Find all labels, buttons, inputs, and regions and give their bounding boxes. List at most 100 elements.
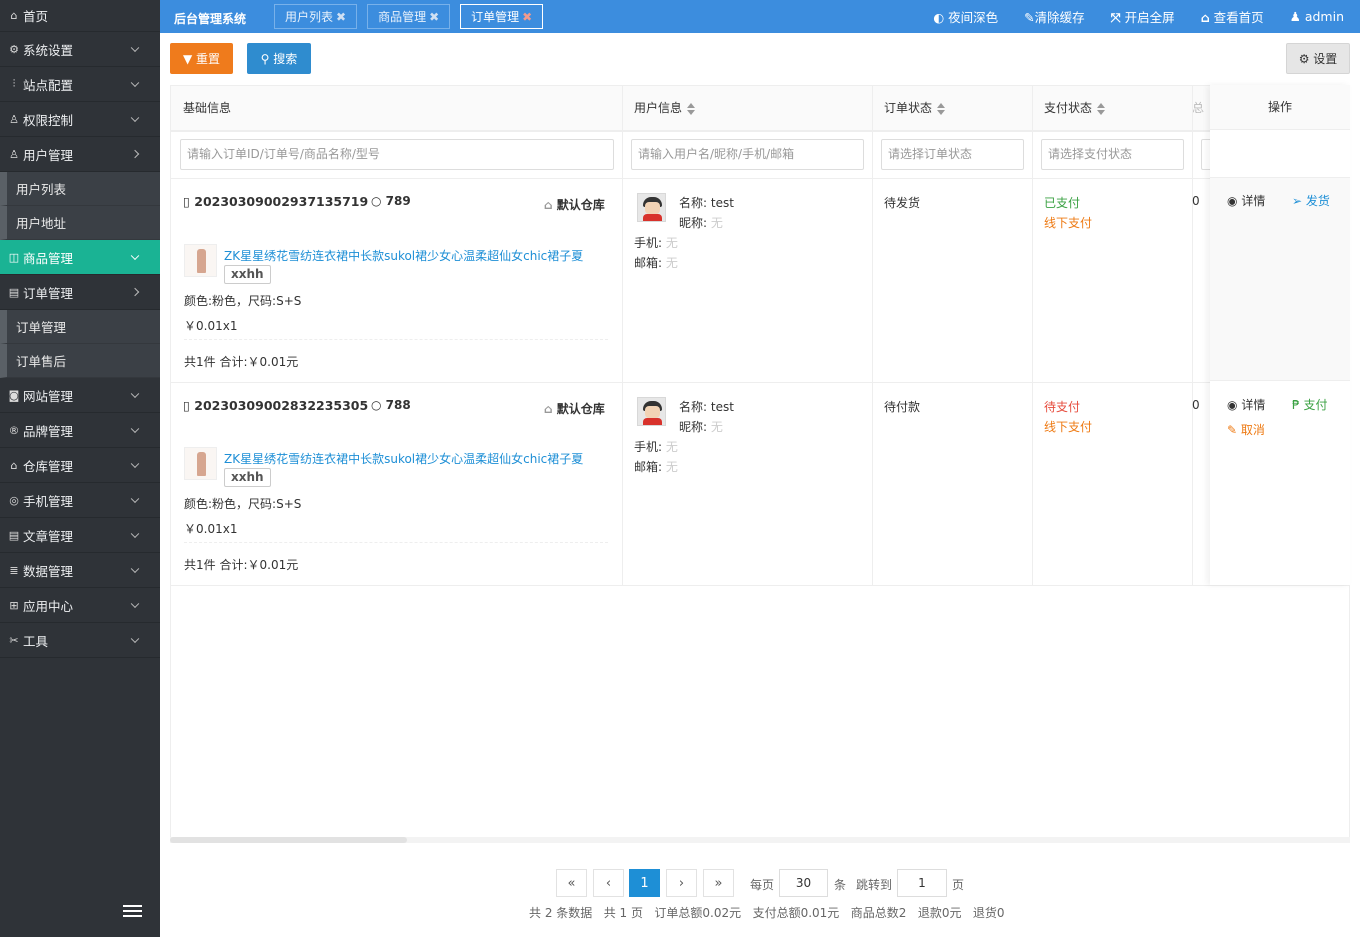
brush-icon: ✎ — [1227, 423, 1238, 437]
user-email: 邮箱: 无 — [634, 460, 678, 474]
per-page-input[interactable]: 30 — [779, 869, 828, 897]
order-status: 待发货 — [884, 196, 921, 210]
sidebar-item-system-settings[interactable]: ⚙ 系统设置 — [0, 32, 160, 67]
product-price: ￥0.01x1 — [184, 319, 238, 333]
admin-menu[interactable]: ♟ admin — [1290, 9, 1344, 24]
pay-method: 线下支付 — [1044, 420, 1093, 434]
sort-icon[interactable] — [1097, 102, 1106, 115]
close-icon[interactable]: ✖ — [522, 10, 532, 24]
sidebar-item-app-center[interactable]: ⊞ 应用中心 — [0, 588, 160, 623]
chevron-down-icon — [130, 494, 140, 504]
filter-icon: ▼ — [182, 51, 193, 66]
sidebar-item-site-config[interactable]: ⫶ 站点配置 — [0, 67, 160, 102]
tab-goods-management[interactable]: 商品管理 ✖ — [367, 4, 451, 29]
sidebar-subitem-after-sales[interactable]: 订单售后 — [0, 344, 160, 378]
eye-icon: ◉ — [1227, 194, 1238, 208]
hidden-col-value: 0 — [1192, 398, 1200, 412]
sidebar-subitem-orders[interactable]: 订单管理 — [0, 310, 160, 344]
article-icon: ▤ — [8, 528, 20, 542]
prev-page-button[interactable]: ‹ — [593, 869, 624, 897]
pay-status: 已支付 — [1044, 196, 1081, 210]
user-nickname: 昵称: 无 — [679, 420, 723, 434]
collapse-menu-icon[interactable] — [123, 905, 142, 919]
sidebar-item-home[interactable]: ⌂ 首页 — [0, 0, 160, 32]
user-info-filter-input[interactable]: 请输入用户名/昵称/手机/邮箱 — [631, 139, 864, 170]
sidebar-item-permission[interactable]: ♙ 权限控制 — [0, 102, 160, 137]
sidebar-subitem-user-address[interactable]: 用户地址 — [0, 206, 160, 240]
sidebar-item-user-management[interactable]: ♙ 用户管理 — [0, 137, 160, 172]
pay-status-select[interactable]: 请选择支付状态 — [1041, 139, 1184, 170]
product-model-tag: xxhh — [224, 468, 271, 487]
header-user-info[interactable]: 用户信息 — [634, 86, 696, 131]
order-table: 基础信息 用户信息 订单状态 支付状态 总 请输入订单ID/订单号/商品名称/型… — [170, 85, 1350, 843]
tab-order-management[interactable]: 订单管理 ✖ — [460, 4, 544, 29]
reset-button[interactable]: ▼ 重置 — [170, 43, 233, 74]
clear-cache-button[interactable]: ✎清除缓存 — [1024, 7, 1085, 26]
gear-icon: ⚙ — [1298, 51, 1310, 66]
money-icon: ₱ — [1292, 398, 1300, 412]
per-page-label: 每页 — [750, 878, 775, 892]
horizontal-scrollbar[interactable] — [170, 837, 1350, 843]
sidebar-item-tools[interactable]: ✂ 工具 — [0, 623, 160, 658]
product-thumbnail[interactable] — [184, 244, 217, 277]
pay-method: 线下支付 — [1044, 216, 1093, 230]
avatar[interactable] — [637, 193, 666, 222]
settings-button[interactable]: ⚙ 设置 — [1286, 43, 1350, 74]
order-number[interactable]: 20230309002832235305 — [194, 398, 368, 413]
next-page-button[interactable]: › — [666, 869, 697, 897]
product-thumbnail[interactable] — [184, 447, 217, 480]
detail-button[interactable]: ◉ 详情 — [1227, 192, 1265, 209]
sidebar-item-mobile[interactable]: ◎ 手机管理 — [0, 483, 160, 518]
header-order-status[interactable]: 订单状态 — [884, 86, 946, 131]
sidebar-item-brand[interactable]: ® 品牌管理 — [0, 413, 160, 448]
sidebar-item-article[interactable]: ▤ 文章管理 — [0, 518, 160, 553]
brand-title: 后台管理系统 — [174, 12, 247, 26]
sort-icon[interactable] — [687, 102, 696, 115]
expand-icon: ⤧ — [1110, 10, 1121, 25]
last-page-button[interactable]: » — [703, 869, 734, 897]
page-button-current[interactable]: 1 — [629, 869, 660, 897]
chevron-right-icon — [130, 149, 140, 159]
close-icon[interactable]: ✖ — [336, 10, 346, 24]
product-price: ￥0.01x1 — [184, 522, 238, 536]
fullscreen-button[interactable]: ⤧ 开启全屏 — [1111, 7, 1175, 26]
sidebar-item-order-management[interactable]: ▤ 订单管理 — [0, 275, 160, 310]
chevron-down-icon — [130, 529, 140, 539]
user-nickname: 昵称: 无 — [679, 216, 723, 230]
search-button[interactable]: ⚲ 搜索 — [247, 43, 311, 74]
night-mode-button[interactable]: ◐ 夜间深色 — [933, 7, 998, 26]
tools-icon: ✂ — [9, 633, 19, 647]
order-icon: ▤ — [8, 285, 20, 299]
order-id: ○ 789 — [371, 194, 411, 208]
detail-button[interactable]: ◉ 详情 — [1227, 396, 1265, 413]
sort-icon[interactable] — [937, 102, 946, 115]
sidebar-item-goods-management[interactable]: ◫ 商品管理 — [0, 240, 160, 275]
close-icon[interactable]: ✖ — [429, 10, 439, 24]
avatar[interactable] — [637, 397, 666, 426]
basic-info-filter-input[interactable]: 请输入订单ID/订单号/商品名称/型号 — [180, 139, 614, 170]
sidebar-item-data[interactable]: ≣ 数据管理 — [0, 553, 160, 588]
sidebar-subitem-user-list[interactable]: 用户列表 — [0, 172, 160, 206]
chevron-down-icon — [130, 389, 140, 399]
phone-icon: ◎ — [9, 493, 19, 507]
circle-icon: ○ — [371, 194, 382, 208]
sidebar-item-website[interactable]: ◙ 网站管理 — [0, 378, 160, 413]
first-page-button[interactable]: « — [556, 869, 587, 897]
header-pay-status[interactable]: 支付状态 — [1044, 86, 1106, 131]
product-name-link[interactable]: ZK星星绣花雪纺连衣裙中长款sukol裙少女心温柔超仙女chic裙子夏 — [224, 247, 583, 264]
product-name-link[interactable]: ZK星星绣花雪纺连衣裙中长款sukol裙少女心温柔超仙女chic裙子夏 — [224, 450, 583, 467]
pay-button[interactable]: ₱ 支付 — [1292, 396, 1327, 413]
cancel-button[interactable]: ✎ 取消 — [1227, 421, 1265, 438]
sidebar: ⌂ 首页 ⚙ 系统设置 ⫶ 站点配置 ♙ 权限控制 ♙ 用户管理 用户列表 用户地址 ◫ 商… — [0, 0, 160, 937]
jump-page-input[interactable]: 1 — [897, 869, 947, 897]
sidebar-item-warehouse[interactable]: ⌂ 仓库管理 — [0, 448, 160, 483]
chevron-down-icon — [130, 459, 140, 469]
view-homepage-button[interactable]: ⌂ 查看首页 — [1201, 7, 1264, 26]
tab-user-list[interactable]: 用户列表 ✖ — [274, 4, 358, 29]
ship-button[interactable]: ➢ 发货 — [1292, 192, 1330, 209]
order-status-select[interactable]: 请选择订单状态 — [881, 139, 1024, 170]
product-spec: 颜色:粉色，尺码:S+S — [184, 497, 302, 511]
warehouse-label: ⌂ 默认仓库 — [544, 402, 605, 416]
chevron-down-icon — [130, 424, 140, 434]
order-number[interactable]: 20230309002937135719 — [194, 194, 368, 209]
